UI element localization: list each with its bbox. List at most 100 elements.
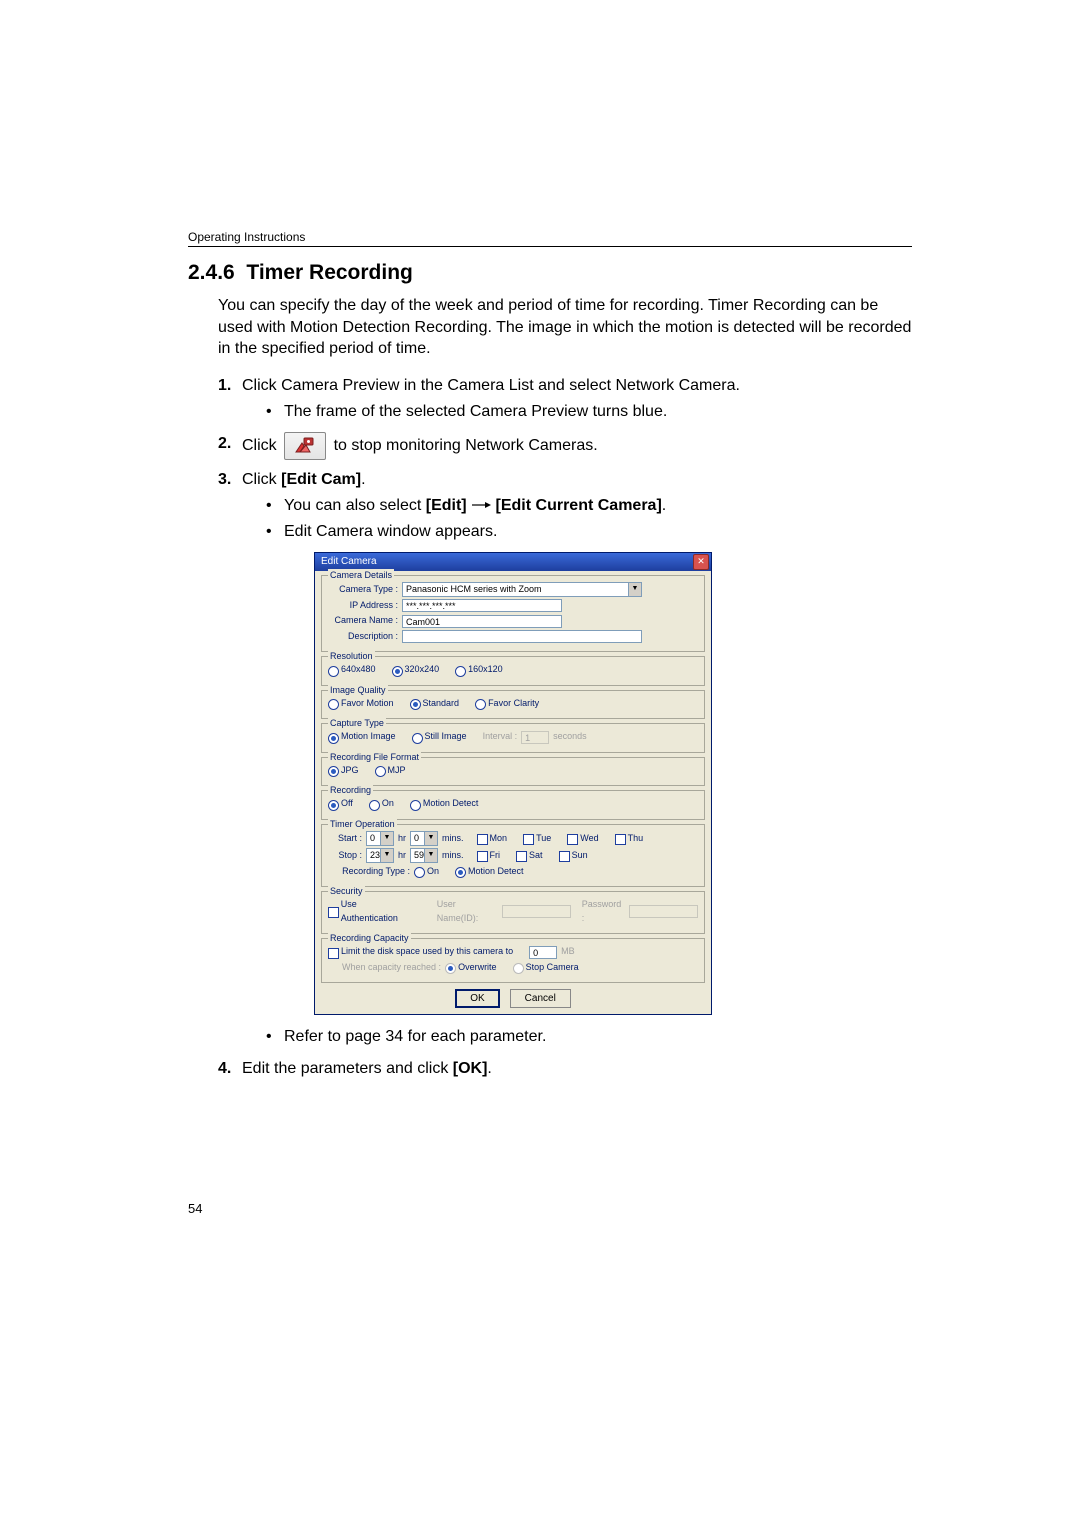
day-wed[interactable]: Wed [567, 832, 598, 846]
t: [OK] [453, 1060, 488, 1077]
rt-motion[interactable]: Motion Detect [455, 865, 524, 879]
t: Favor Clarity [488, 697, 539, 711]
t: Use Authentication [341, 898, 414, 925]
stop-min-select[interactable]: 59▼ [410, 848, 438, 863]
step-number: 1. [218, 374, 231, 398]
step-1: 1. Click Camera Preview in the Camera Li… [218, 374, 912, 424]
step-3-post: . [361, 471, 365, 488]
ok-button[interactable]: OK [455, 989, 499, 1008]
t: Sat [529, 849, 543, 863]
legend: Image Quality [328, 684, 388, 698]
ip-address-input[interactable]: ***.***.***.*** [402, 599, 562, 612]
rff-jpg[interactable]: JPG [328, 764, 359, 778]
password-input [629, 905, 698, 918]
t: hr [398, 832, 406, 846]
use-auth-checkbox[interactable]: Use Authentication [328, 898, 414, 925]
camera-name-input[interactable]: Cam001 [402, 615, 562, 628]
user-input [502, 905, 571, 918]
step-2: 2. Click to stop monitoring Network Came… [218, 432, 912, 460]
stop-monitoring-icon [284, 432, 326, 460]
cancel-button[interactable]: Cancel [510, 989, 571, 1008]
t: Limit the disk space used by this camera… [341, 945, 513, 959]
section-heading: 2.4.6 Timer Recording [188, 261, 912, 285]
legend: Resolution [328, 650, 375, 664]
group-camera-details: Camera Details Camera Type : Panasonic H… [321, 575, 705, 653]
step-1-text: Click Camera Preview in the Camera List … [242, 377, 740, 394]
legend: Recording File Format [328, 751, 421, 765]
steps-list: 1. Click Camera Preview in the Camera Li… [218, 374, 912, 1082]
t: JPG [341, 764, 359, 778]
t: [Edit] [426, 497, 467, 514]
lbl: User Name(ID): [437, 898, 499, 925]
step-1-sub-1: The frame of the selected Camera Preview… [266, 400, 912, 424]
camera-type-select[interactable]: Panasonic HCM series with Zoom▼ [402, 582, 642, 597]
lbl: Stop : [328, 849, 362, 863]
t: mins. [442, 832, 464, 846]
rc-overwrite: Overwrite [445, 961, 497, 975]
t: You can also select [284, 497, 426, 514]
res-640[interactable]: 640x480 [328, 663, 376, 677]
start-min-select[interactable]: 0▼ [410, 831, 438, 846]
day-fri[interactable]: Fri [477, 849, 501, 863]
group-recording-capacity: Recording Capacity Limit the disk space … [321, 938, 705, 983]
lbl: When capacity reached : [342, 961, 441, 975]
t: 160x120 [468, 663, 503, 677]
seconds-label: seconds [553, 730, 587, 744]
iq-standard[interactable]: Standard [410, 697, 460, 711]
t: Overwrite [458, 961, 497, 975]
t: Still Image [425, 730, 467, 744]
step-3-sub-2: Edit Camera window appears. [266, 520, 912, 544]
t: On [382, 797, 394, 811]
stop-hr-select[interactable]: 23▼ [366, 848, 394, 863]
lbl: Camera Name : [328, 614, 398, 628]
running-head: Operating Instructions [188, 230, 912, 244]
chevron-down-icon: ▼ [380, 849, 393, 862]
lbl: Start : [328, 832, 362, 846]
t: . [487, 1060, 491, 1077]
legend: Recording Capacity [328, 932, 411, 946]
t: Wed [580, 832, 598, 846]
v: 0 [370, 832, 375, 846]
chevron-down-icon: ▼ [380, 832, 393, 845]
day-sun[interactable]: Sun [559, 849, 588, 863]
rec-off[interactable]: Off [328, 797, 353, 811]
t: Thu [628, 832, 644, 846]
step-3-pre: Click [242, 471, 281, 488]
v: 0 [414, 832, 419, 846]
rff-mjp[interactable]: MJP [375, 764, 406, 778]
start-hr-select[interactable]: 0▼ [366, 831, 394, 846]
close-icon[interactable]: ✕ [693, 554, 709, 570]
lbl: Recording Type : [328, 865, 410, 879]
day-tue[interactable]: Tue [523, 832, 551, 846]
t: Tue [536, 832, 551, 846]
rec-motion[interactable]: Motion Detect [410, 797, 479, 811]
step-4: 4. Edit the parameters and click [OK]. [218, 1057, 912, 1081]
day-mon[interactable]: Mon [477, 832, 508, 846]
interval-input: 1 [521, 731, 549, 744]
limit-input[interactable]: 0 [529, 946, 557, 959]
ct-still[interactable]: Still Image [412, 730, 467, 744]
step-number: 4. [218, 1057, 231, 1081]
t: . [662, 497, 666, 514]
rt-on[interactable]: On [414, 865, 439, 879]
group-image-quality: Image Quality Favor Motion Standard Favo… [321, 690, 705, 720]
day-sat[interactable]: Sat [516, 849, 543, 863]
rec-on[interactable]: On [369, 797, 394, 811]
limit-checkbox[interactable]: Limit the disk space used by this camera… [328, 945, 513, 959]
iq-motion[interactable]: Favor Motion [328, 697, 394, 711]
group-capture-type: Capture Type Motion Image Still Image In… [321, 723, 705, 753]
description-input[interactable] [402, 630, 642, 643]
page: Operating Instructions 2.4.6 Timer Recor… [0, 0, 1080, 1528]
res-160[interactable]: 160x120 [455, 663, 503, 677]
dialog-title: Edit Camera [321, 554, 377, 569]
day-thu[interactable]: Thu [615, 832, 644, 846]
t: hr [398, 849, 406, 863]
step-2-post: to stop monitoring Network Cameras. [334, 437, 598, 454]
res-320[interactable]: 320x240 [392, 663, 440, 677]
step-3-sub-1: You can also select [Edit] [Edit Current… [266, 494, 912, 518]
legend: Security [328, 885, 365, 899]
ct-motion[interactable]: Motion Image [328, 730, 396, 744]
iq-clarity[interactable]: Favor Clarity [475, 697, 539, 711]
interval-label: Interval : [483, 730, 518, 744]
group-resolution: Resolution 640x480 320x240 160x120 [321, 656, 705, 686]
